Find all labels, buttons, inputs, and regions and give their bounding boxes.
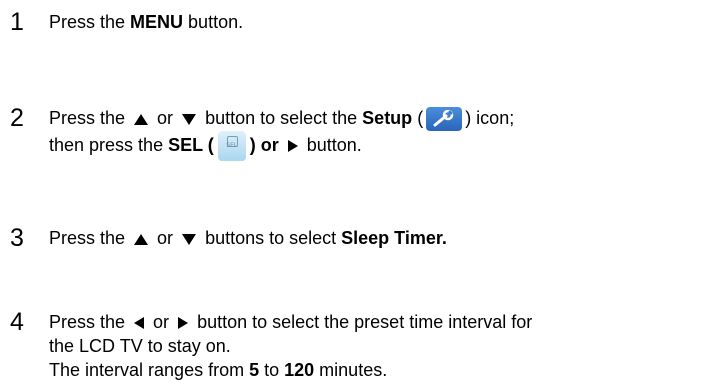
text-run: button to select the preset time interva…: [192, 312, 533, 332]
text-run: minutes.: [314, 360, 388, 380]
step-line: then press the SEL ( SEL ) or button.: [49, 131, 689, 162]
up-triangle-icon: [134, 113, 149, 125]
sleep-timer-label: Sleep Timer.: [341, 228, 447, 248]
step-text: Press the or button to select the Setup …: [49, 106, 689, 162]
right-triangle-icon: [178, 317, 189, 330]
sel-icon-label: SEL: [226, 142, 238, 150]
text-run: The interval ranges from: [49, 360, 250, 380]
text-run: or: [152, 108, 179, 128]
text-run: to: [259, 360, 285, 380]
text-run: ) icon;: [465, 108, 515, 128]
step-line: The interval ranges from 5 to 120 minute…: [49, 358, 689, 382]
text-run: Press the: [49, 228, 131, 248]
text-run: buttons to select: [200, 228, 342, 248]
max-value: 120: [284, 360, 315, 380]
step-line: Press the or button to select the Setup …: [49, 106, 689, 132]
text-run: or: [148, 312, 175, 332]
step-number: 4: [10, 308, 24, 336]
step-line: Press the or button to select the preset…: [49, 310, 689, 334]
text-run: button.: [301, 135, 362, 155]
text-run: button to select the: [200, 108, 363, 128]
step-text: Press the or button to select the preset…: [49, 310, 689, 382]
right-triangle-icon: [287, 140, 298, 153]
step-number: 3: [10, 224, 24, 252]
text-run: Press the: [49, 108, 131, 128]
min-value: 5: [249, 360, 260, 380]
step-text: Press the MENU button.: [49, 10, 689, 34]
instruction-page: 1 Press the MENU button. 2 Press the or …: [0, 0, 701, 386]
wrench-icon: [426, 107, 463, 132]
menu-button-label: MENU: [130, 12, 184, 32]
step-number: 1: [10, 8, 24, 36]
text-run: then press the: [49, 135, 169, 155]
text-run: Press the: [49, 312, 131, 332]
step-line: Press the MENU button.: [49, 10, 689, 34]
step-line: Press the or buttons to select Sleep Tim…: [49, 226, 689, 250]
step-text: Press the or buttons to select Sleep Tim…: [49, 226, 689, 250]
step-line: the LCD TV to stay on.: [49, 334, 689, 358]
down-triangle-icon: [182, 113, 197, 125]
text-run: Press the: [49, 12, 131, 32]
setup-label: Setup: [362, 108, 413, 128]
text-run: button.: [183, 12, 244, 32]
text-run: (: [412, 108, 424, 128]
text-run: ) or: [249, 135, 284, 155]
sel-label: SEL (: [168, 135, 214, 155]
sel-button-icon: SEL: [217, 131, 246, 162]
text-run: the LCD TV to stay on.: [49, 336, 231, 356]
text-run: or: [152, 228, 179, 248]
down-triangle-icon: [182, 233, 197, 245]
step-number: 2: [10, 104, 24, 132]
left-triangle-icon: [134, 317, 145, 330]
up-triangle-icon: [134, 233, 149, 245]
